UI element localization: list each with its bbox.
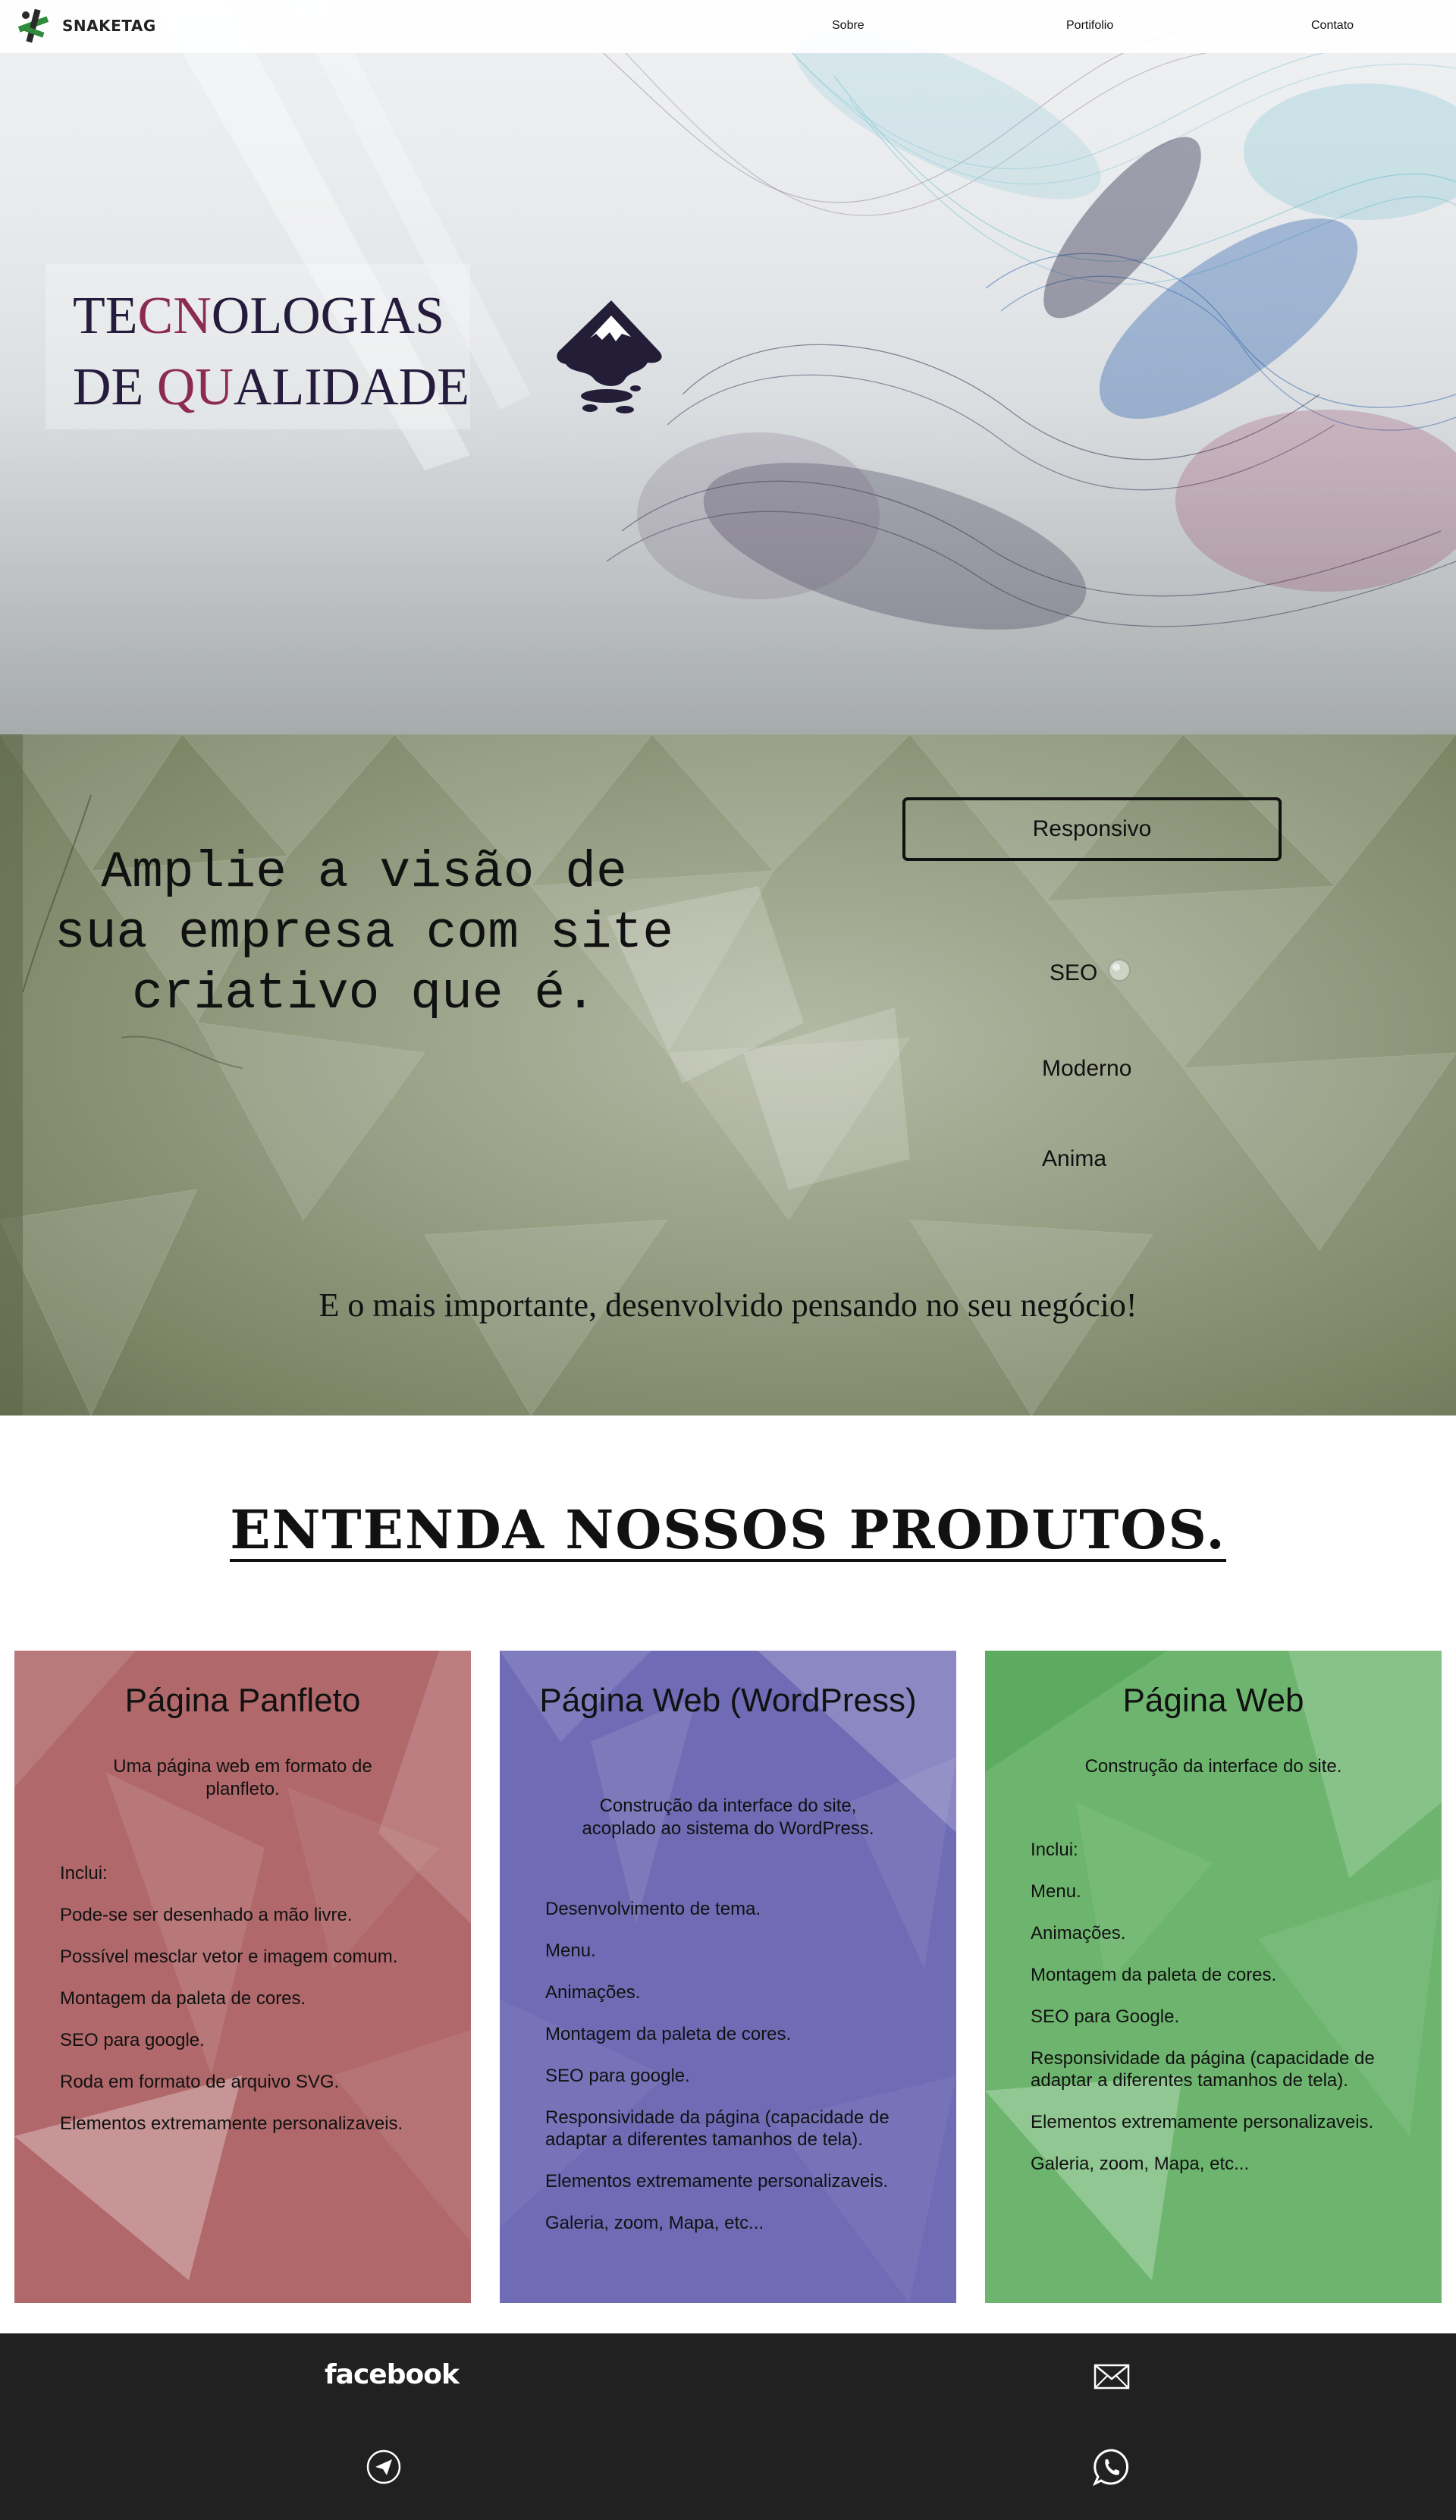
brand-name: SNAKETAG (62, 17, 156, 35)
promo-section: Amplie a visão de sua empresa com site c… (0, 734, 1456, 1416)
list-item: Elementos extremamente personalizaveis. (1031, 2112, 1374, 2132)
email-icon[interactable] (1094, 2364, 1130, 2390)
list-item: Roda em formato de arquivo SVG. (60, 2072, 340, 2092)
list-item: Animações. (1031, 1923, 1126, 1943)
list-item: Animações. (545, 1982, 641, 2003)
hero-title-part: DE (73, 358, 157, 416)
feature-responsivo: Responsivo (902, 797, 1282, 861)
nav-sobre[interactable]: Sobre (832, 19, 864, 33)
list-item: Elementos extremamente personalizaveis. (60, 2113, 403, 2134)
card-feature-list: Inclui: Menu. Animações. Montagem da pal… (1031, 1839, 1410, 2195)
card-subtitle: Construção da interface do site, acoplad… (582, 1796, 874, 1839)
list-item: Inclui: (60, 1863, 108, 1884)
hero-title-accent: CN (137, 287, 212, 345)
hero-title-accent: QU (156, 358, 234, 416)
feature-seo: SEO (1050, 960, 1098, 985)
hero-section: TECNOLOGIAS DE QUALIDADE (0, 0, 1456, 734)
list-item: Galeria, zoom, Mapa, etc... (1031, 2154, 1250, 2174)
whatsapp-icon[interactable] (1092, 2447, 1131, 2487)
products-heading-text: ENTENDA NOSSOS PRODUTOS. (230, 1498, 1226, 1562)
list-item: SEO para google. (60, 2030, 205, 2050)
products-heading: ENTENDA NOSSOS PRODUTOS. (0, 1498, 1456, 1562)
hero-title-line-1: TECNOLOGIAS (73, 281, 482, 352)
telegram-icon[interactable] (366, 2449, 402, 2485)
inkscape-logo-icon (557, 300, 662, 413)
list-item: Menu. (1031, 1881, 1081, 1902)
product-card-panfleto[interactable]: Página Panfleto Uma página web em format… (14, 1651, 471, 2303)
card-feature-list: Inclui: Pode-se ser desenhado a mão livr… (60, 1862, 439, 2154)
magnifier-icon (1103, 959, 1131, 987)
feature-anima: Anima (1042, 1146, 1107, 1171)
site-footer: facebook (0, 2333, 1456, 2520)
card-title: Página Web (WordPress) (539, 1682, 917, 1719)
nav-contato[interactable]: Contato (1311, 19, 1354, 33)
card-subtitle: Uma página web em formato de planfleto. (113, 1756, 372, 1799)
product-card-web[interactable]: Página Web Construção da interface do si… (985, 1651, 1442, 2303)
list-item: Possível mesclar vetor e imagem comum. (60, 1947, 398, 1967)
list-item: Elementos extremamente personalizaveis. (545, 2171, 889, 2192)
facebook-link[interactable]: facebook (325, 2359, 460, 2390)
list-item: Menu. (545, 1940, 596, 1961)
card-subtitle: Construção da interface do site. (1084, 1756, 1342, 1777)
card-feature-list: Desenvolvimento de tema. Menu. Animações… (545, 1898, 924, 2254)
list-item: Pode-se ser desenhado a mão livre. (60, 1905, 353, 1925)
list-item: Desenvolvimento de tema. (545, 1899, 761, 1919)
nav-portifolio[interactable]: Portifolio (1066, 19, 1113, 33)
site-header: SNAKETAG Sobre Portifolio Contato (0, 0, 1456, 53)
hero-title-part: TE (73, 287, 138, 345)
list-item: Montagem da paleta de cores. (60, 1988, 306, 2009)
hero-title: TECNOLOGIAS DE QUALIDADE (73, 281, 482, 423)
list-item: Montagem da paleta de cores. (1031, 1965, 1277, 1985)
hero-title-part: LIDADE (271, 358, 469, 416)
promo-tagline: E o mais importante, desenvolvido pensan… (318, 1287, 1138, 1324)
list-item: Inclui: (1031, 1840, 1078, 1860)
feature-moderno: Moderno (1042, 1056, 1132, 1081)
list-item: Galeria, zoom, Mapa, etc... (545, 2213, 764, 2233)
product-card-wordpress[interactable]: Página Web (WordPress) Construção da int… (500, 1651, 956, 2303)
hero-title-part: O (211, 287, 250, 345)
card-title: Página Panfleto (124, 1682, 361, 1719)
snake-logo-icon (17, 8, 49, 43)
list-item: Montagem da paleta de cores. (545, 2024, 792, 2044)
list-item: Responsividade da página (capacidade de … (545, 2107, 890, 2150)
list-item: Responsividade da página (capacidade de … (1031, 2048, 1375, 2091)
card-title: Página Web (1122, 1682, 1304, 1719)
hero-title-line-2: DE QUALIDADE (73, 352, 482, 423)
list-item: SEO para google. (545, 2066, 690, 2086)
hero-title-part: LOGIAS (249, 287, 444, 345)
brand-logo[interactable]: SNAKETAG (14, 6, 156, 46)
hero-title-part: A (233, 358, 272, 416)
list-item: SEO para Google. (1031, 2006, 1180, 2027)
promo-headline: Amplie a visão de sua empresa com site c… (54, 844, 674, 1023)
